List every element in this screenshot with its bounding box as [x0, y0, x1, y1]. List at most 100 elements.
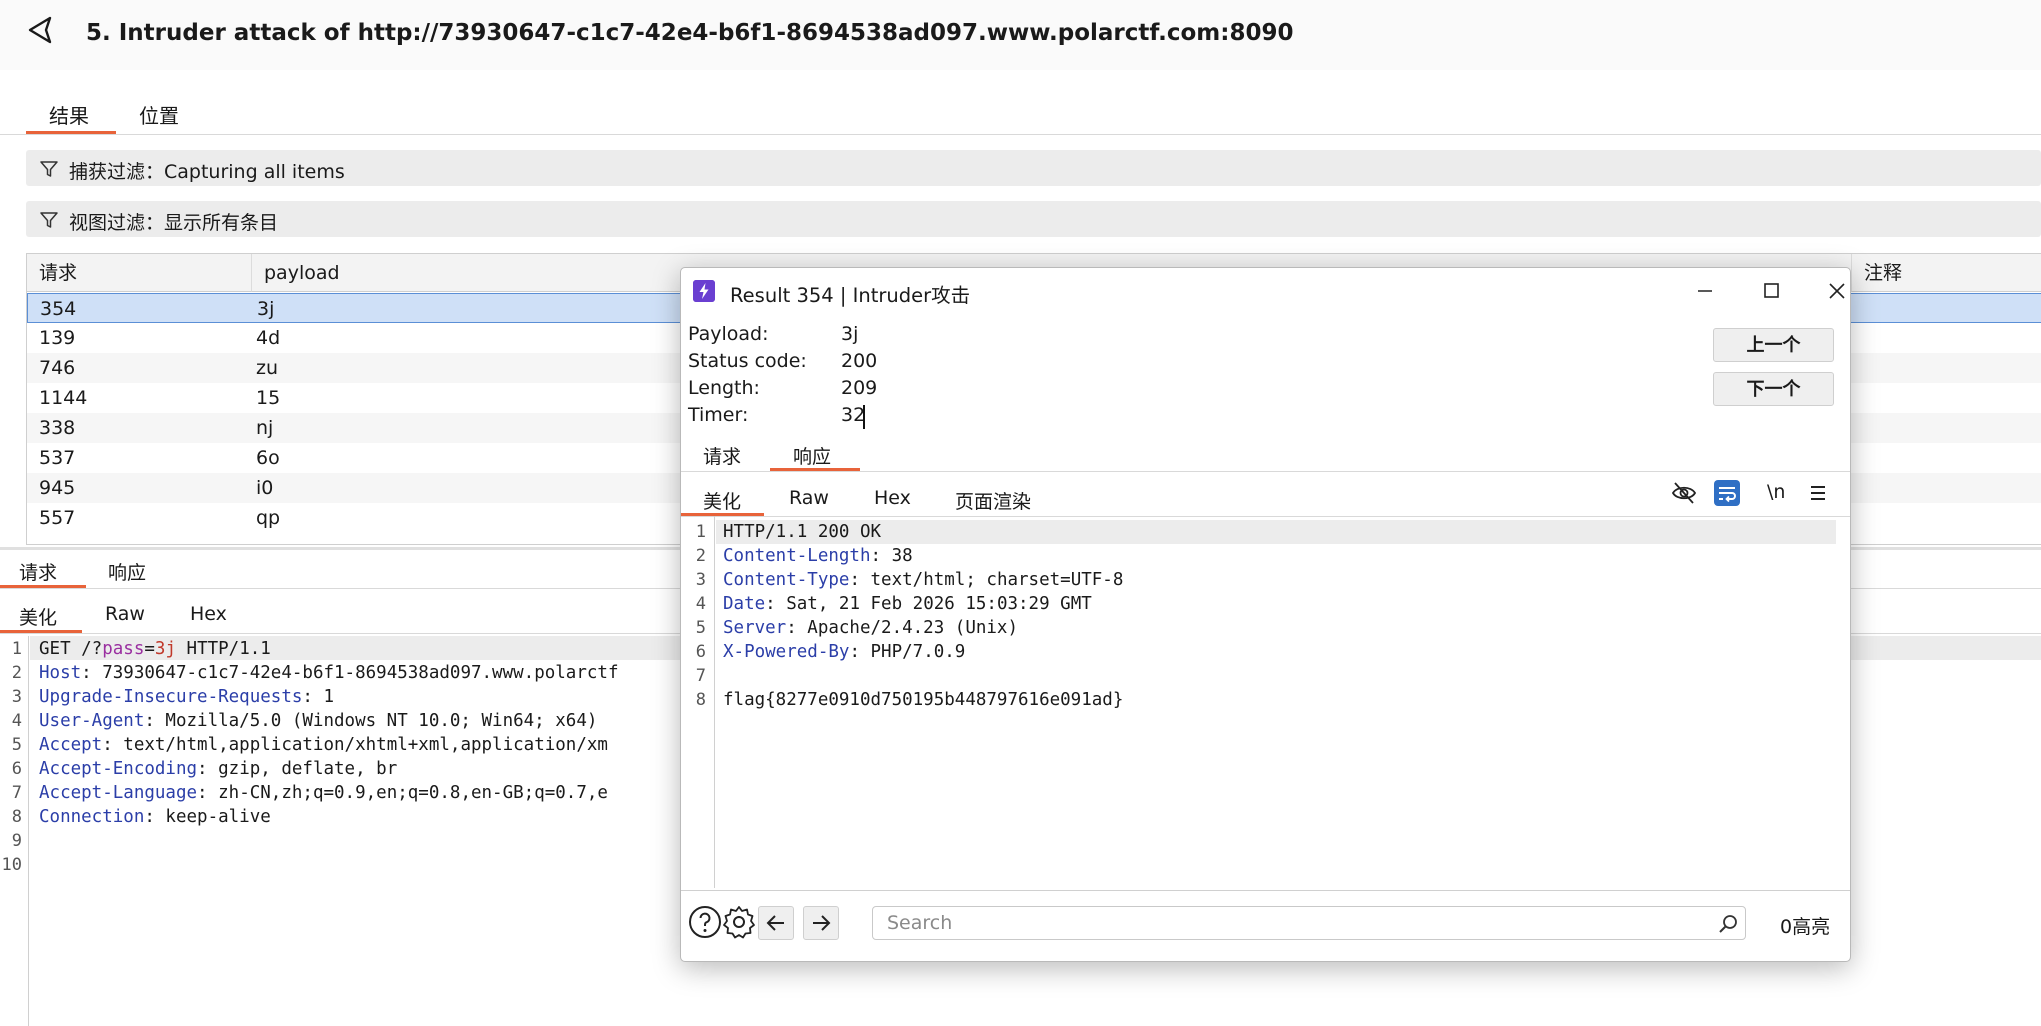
header-key: Content-Type	[723, 570, 850, 590]
tab-results[interactable]: 结果	[49, 100, 89, 129]
request-method-path: GET /?	[39, 639, 103, 659]
forward-button[interactable]	[803, 906, 839, 940]
line-number: 3	[11, 687, 22, 707]
status-code-value: 200	[841, 350, 878, 372]
search-icon[interactable]	[1717, 913, 1739, 935]
header-value: : 1	[302, 687, 335, 707]
header-line: Connection: keep-alive	[39, 807, 271, 827]
lightning-icon	[693, 280, 715, 302]
query-param-name: pass	[102, 639, 145, 659]
payload-cell: zu	[256, 357, 279, 379]
header-line: Content-Type: text/html; charset=UTF-8	[723, 570, 1123, 590]
payload-cell: 6o	[256, 447, 280, 469]
request-editor[interactable]: 1 2 3 4 5 6 7 8 9 10 GET /?pass=3j HTTP/…	[0, 636, 700, 1026]
help-icon[interactable]	[687, 904, 723, 940]
header-key: Content-Length	[723, 546, 871, 566]
tab-response[interactable]: 响应	[793, 442, 831, 469]
payload-cell: i0	[256, 477, 274, 499]
minimize-icon[interactable]	[1685, 274, 1725, 308]
line-number: 5	[11, 735, 22, 755]
http-version: HTTP/1.1	[176, 639, 271, 659]
tab-request[interactable]: 请求	[19, 558, 57, 585]
search-input[interactable]	[872, 906, 1746, 940]
request-cell: 945	[39, 477, 76, 499]
line-number: 10	[1, 855, 22, 875]
request-cell: 537	[39, 447, 76, 469]
header-line: Accept-Encoding: gzip, deflate, br	[39, 759, 397, 779]
request-cell: 354	[40, 298, 77, 320]
back-arrow-icon[interactable]	[26, 15, 56, 45]
maximize-icon[interactable]	[1751, 274, 1791, 308]
menu-icon[interactable]	[1805, 480, 1831, 506]
subtab-raw[interactable]: Raw	[105, 603, 145, 625]
line-number: 1	[695, 522, 706, 542]
header-key: X-Powered-By	[723, 642, 850, 662]
header-line: Date: Sat, 21 Feb 2026 15:03:29 GMT	[723, 594, 1092, 614]
eye-off-icon[interactable]	[1671, 480, 1697, 506]
header-key: Date	[723, 594, 766, 614]
filter-icon	[40, 161, 58, 177]
view-filter-bar[interactable]: 视图过滤：显示所有条目	[26, 201, 2041, 237]
arrow-right-icon	[813, 915, 831, 931]
show-newlines-toggle[interactable]: \n	[1767, 481, 1785, 503]
gear-icon[interactable]	[721, 904, 757, 940]
capture-filter-label: 捕获过滤：Capturing all items	[69, 161, 345, 183]
subtabs-divider	[681, 516, 1850, 517]
header-value: : text/html; charset=UTF-8	[849, 570, 1124, 590]
line-number: 9	[11, 831, 22, 851]
header-value: : keep-alive	[144, 807, 271, 827]
length-value: 209	[841, 377, 878, 399]
header-line: Host: 73930647-c1c7-42e4-b6f1-8694538ad0…	[39, 663, 619, 683]
tab-response[interactable]: 响应	[108, 558, 146, 585]
wrap-lines-icon[interactable]	[1714, 480, 1740, 506]
editor-gutter	[714, 516, 715, 888]
text-cursor	[863, 405, 865, 429]
back-button[interactable]	[758, 906, 794, 940]
line-number: 6	[11, 759, 22, 779]
request-cell: 139	[39, 327, 76, 349]
header-value: : PHP/7.0.9	[849, 642, 966, 662]
header-key: User-Agent	[39, 711, 145, 731]
timer-value: 32	[841, 404, 866, 426]
header-line: Accept: text/html,application/xhtml+xml,…	[39, 735, 608, 755]
header-value: : zh-CN,zh;q=0.9,en;q=0.8,en-GB;q=0.7,e	[197, 783, 608, 803]
line-number: 8	[11, 807, 22, 827]
subtab-raw[interactable]: Raw	[789, 487, 829, 509]
header-key: Accept-Encoding	[39, 759, 198, 779]
header-key: Host	[39, 663, 82, 683]
subtab-hex[interactable]: Hex	[874, 487, 911, 509]
status-line: HTTP/1.1 200 OK	[723, 522, 882, 542]
header-value: : 38	[870, 546, 913, 566]
header-line: Server: Apache/2.4.23 (Unix)	[723, 618, 1018, 638]
column-header-request[interactable]: 请求	[27, 254, 252, 292]
current-line-highlight	[716, 520, 1836, 544]
payload-value: 3j	[841, 323, 859, 345]
header-value: : Apache/2.4.23 (Unix)	[786, 618, 1019, 638]
request-cell: 338	[39, 417, 76, 439]
subtab-pretty[interactable]: 美化	[703, 487, 741, 514]
previous-button[interactable]: 上一个	[1713, 328, 1834, 362]
capture-filter-bar[interactable]: 捕获过滤：Capturing all items	[26, 150, 2041, 186]
status-code-label: Status code:	[688, 350, 807, 372]
tab-request[interactable]: 请求	[703, 442, 741, 469]
line-number: 6	[695, 642, 706, 662]
next-button[interactable]: 下一个	[1713, 372, 1834, 406]
request-cell: 1144	[39, 387, 88, 409]
line-number: 2	[695, 546, 706, 566]
line-number: 4	[695, 594, 706, 614]
subtab-render[interactable]: 页面渲染	[955, 487, 1031, 514]
close-icon[interactable]	[1817, 274, 1851, 308]
tab-positions[interactable]: 位置	[139, 100, 179, 129]
timer-label: Timer:	[688, 404, 749, 426]
subtab-hex[interactable]: Hex	[190, 603, 227, 625]
active-tab-indicator	[26, 131, 116, 134]
payload-cell: qp	[256, 507, 281, 529]
request-line: GET /?pass=3j HTTP/1.1	[39, 639, 271, 659]
column-header-comment[interactable]: 注释	[1852, 254, 2041, 292]
query-param-value: 3j	[154, 639, 176, 659]
line-number: 7	[695, 666, 706, 686]
title-bar: 5. Intruder attack of http://73930647-c1…	[0, 0, 2041, 70]
subtab-pretty[interactable]: 美化	[19, 603, 57, 630]
line-number: 3	[695, 570, 706, 590]
header-line: User-Agent: Mozilla/5.0 (Windows NT 10.0…	[39, 711, 597, 731]
